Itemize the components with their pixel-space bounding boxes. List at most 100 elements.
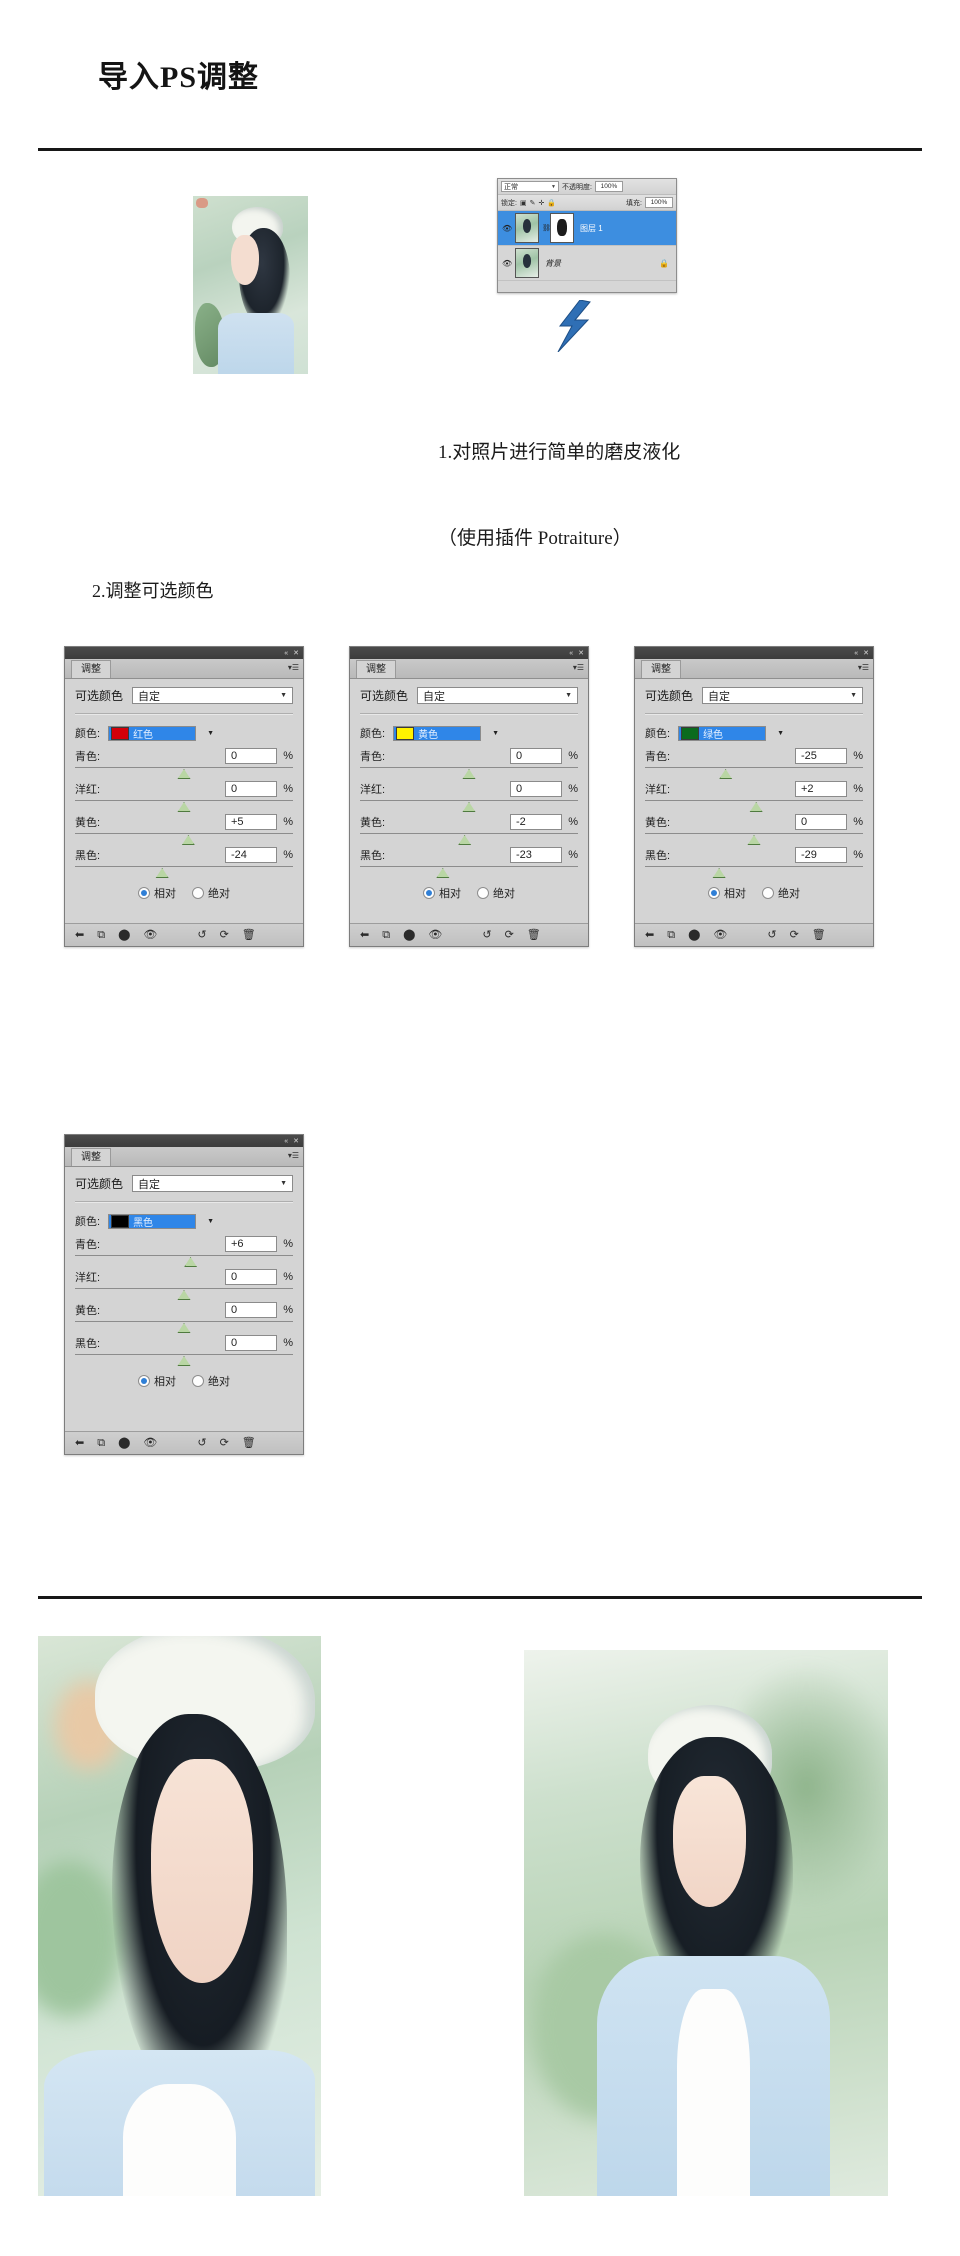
tab-adjustments[interactable]: 调整 [71,1148,111,1166]
opacity-input[interactable]: 100% [594,181,623,192]
clip-to-layer-icon[interactable]: ⧉ [382,929,390,941]
relative-option[interactable]: 相对 [138,885,176,901]
relative-option[interactable]: 相对 [138,1373,176,1389]
panel-menu-icon[interactable]: ▾☰ [288,1151,299,1160]
collapse-icon[interactable]: « [284,650,288,657]
cyan-value[interactable]: -25 [795,748,847,764]
mask-view-icon[interactable]: ⬤ [118,929,130,941]
back-arrow-icon[interactable]: ⬅ [645,929,654,941]
reset-previous-icon[interactable]: ↺ [767,929,776,941]
yellow-value[interactable]: +5 [225,814,277,830]
close-icon[interactable]: ✕ [863,650,869,657]
mask-view-icon[interactable]: ⬤ [688,929,700,941]
relative-radio[interactable] [708,887,720,899]
relative-option[interactable]: 相对 [708,885,746,901]
black-value[interactable]: 0 [225,1335,277,1351]
black-slider-knob[interactable] [712,868,726,878]
chevron-down-icon[interactable]: ▼ [777,730,784,737]
fill-input[interactable]: 100% [645,197,673,208]
reset-icon[interactable]: ⟳ [790,929,799,941]
chevron-down-icon[interactable]: ▼ [492,730,499,737]
panel-menu-icon[interactable]: ▾☰ [858,663,869,672]
preview-eye-icon[interactable]: 👁 [713,929,727,941]
clip-to-layer-icon[interactable]: ⧉ [97,929,105,941]
absolute-option[interactable]: 绝对 [192,885,230,901]
color-select[interactable]: 黄色 [393,725,482,741]
yellow-slider-knob[interactable] [181,835,195,845]
tab-adjustments[interactable]: 调整 [71,660,111,678]
back-arrow-icon[interactable]: ⬅ [75,929,84,941]
collapse-icon[interactable]: « [569,650,573,657]
cyan-slider-knob[interactable] [462,769,476,779]
cyan-slider-track[interactable] [360,767,578,779]
yellow-slider-track[interactable] [645,833,863,845]
cyan-slider-track[interactable] [75,1255,293,1267]
layer-row-2[interactable]: 👁 背景 🔒 [498,246,676,281]
black-slider-track[interactable] [75,866,293,878]
all-lock-icon[interactable]: 🔒 [547,199,556,207]
yellow-slider-track[interactable] [75,833,293,845]
magenta-slider-track[interactable] [360,800,578,812]
magenta-value[interactable]: 0 [225,781,277,797]
yellow-slider-track[interactable] [75,1321,293,1333]
brush-lock-icon[interactable]: ✎ [530,199,536,207]
clip-to-layer-icon[interactable]: ⧉ [97,1437,105,1449]
cyan-value[interactable]: +6 [225,1236,277,1252]
black-slider-knob[interactable] [436,868,450,878]
preview-eye-icon[interactable]: 👁 [143,929,157,941]
magenta-slider-knob[interactable] [177,1290,191,1300]
trash-icon[interactable]: 🗑 [242,1437,256,1449]
yellow-slider-knob[interactable] [177,1323,191,1333]
preset-select[interactable]: 自定 ▼ [132,687,293,704]
chevron-down-icon[interactable]: ▼ [207,730,214,737]
preview-eye-icon[interactable]: 👁 [428,929,442,941]
blend-mode-select[interactable]: 正常 ▼ [501,181,559,192]
black-slider-track[interactable] [75,1354,293,1366]
color-select[interactable]: 黑色 [108,1213,197,1229]
magenta-slider-knob[interactable] [177,802,191,812]
magenta-slider-knob[interactable] [749,802,763,812]
yellow-slider-knob[interactable] [747,835,761,845]
absolute-radio[interactable] [192,1375,204,1387]
close-icon[interactable]: ✕ [578,650,584,657]
cyan-slider-knob[interactable] [184,1257,198,1267]
reset-previous-icon[interactable]: ↺ [482,929,491,941]
eye-icon[interactable]: 👁 [502,259,512,268]
reset-icon[interactable]: ⟳ [220,929,229,941]
preview-eye-icon[interactable]: 👁 [143,1437,157,1449]
absolute-radio[interactable] [762,887,774,899]
magenta-slider-knob[interactable] [462,802,476,812]
black-slider-track[interactable] [645,866,863,878]
trash-icon[interactable]: 🗑 [242,929,256,941]
panel-menu-icon[interactable]: ▾☰ [288,663,299,672]
move-lock-icon[interactable]: ✛ [538,199,544,207]
yellow-slider-track[interactable] [360,833,578,845]
collapse-icon[interactable]: « [284,1138,288,1145]
relative-radio[interactable] [138,887,150,899]
clip-to-layer-icon[interactable]: ⧉ [667,929,675,941]
reset-icon[interactable]: ⟳ [505,929,514,941]
cyan-slider-knob[interactable] [719,769,733,779]
black-value[interactable]: -24 [225,847,277,863]
reset-previous-icon[interactable]: ↺ [197,1437,206,1449]
magenta-value[interactable]: 0 [225,1269,277,1285]
absolute-option[interactable]: 绝对 [192,1373,230,1389]
magenta-slider-track[interactable] [645,800,863,812]
reset-previous-icon[interactable]: ↺ [197,929,206,941]
absolute-radio[interactable] [477,887,489,899]
reset-icon[interactable]: ⟳ [220,1437,229,1449]
yellow-value[interactable]: 0 [225,1302,277,1318]
close-icon[interactable]: ✕ [293,650,299,657]
yellow-value[interactable]: -2 [510,814,562,830]
layer-row-1[interactable]: 👁 ⛓ 图层 1 [498,211,676,246]
absolute-option[interactable]: 绝对 [762,885,800,901]
tab-adjustments[interactable]: 调整 [356,660,396,678]
mask-view-icon[interactable]: ⬤ [118,1437,130,1449]
cyan-value[interactable]: 0 [225,748,277,764]
black-slider-track[interactable] [360,866,578,878]
black-value[interactable]: -29 [795,847,847,863]
eye-icon[interactable]: 👁 [502,224,512,233]
relative-radio[interactable] [423,887,435,899]
relative-option[interactable]: 相对 [423,885,461,901]
preset-select[interactable]: 自定 ▼ [132,1175,293,1192]
